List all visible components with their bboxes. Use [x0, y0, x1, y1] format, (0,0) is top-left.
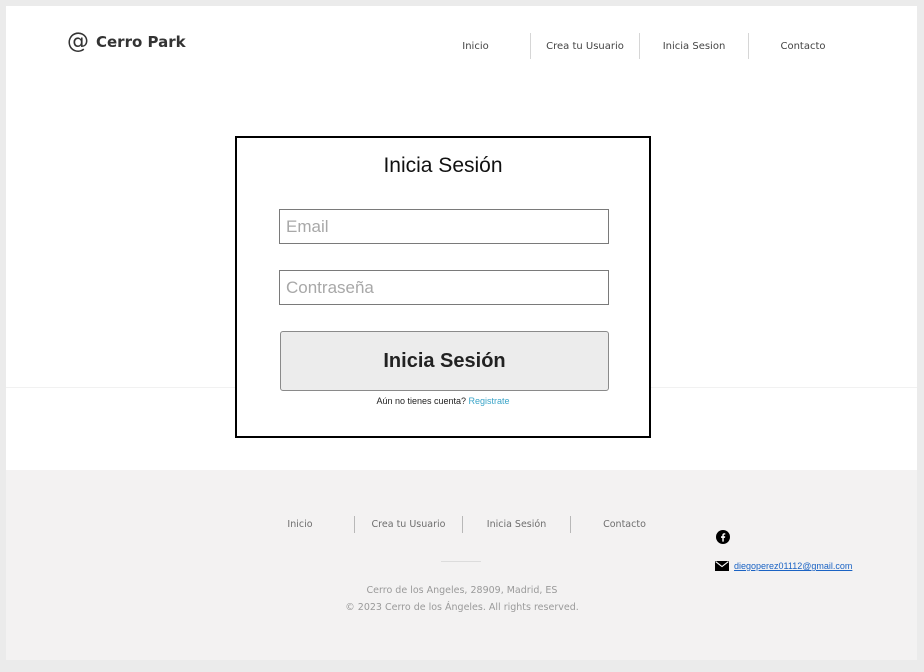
footer-nav: Inicio Crea tu Usuario Inicia Sesión Con…	[246, 516, 678, 533]
footer-nav-inicio[interactable]: Inicio	[246, 516, 354, 533]
footer-nav-crea-tu-usuario[interactable]: Crea tu Usuario	[354, 516, 462, 533]
nav-item-crea-tu-usuario[interactable]: Crea tu Usuario	[530, 33, 639, 59]
password-field[interactable]	[279, 270, 609, 305]
login-card: Inicia Sesión Inicia Sesión Aún no tiene…	[235, 136, 651, 438]
footer: Inicio Crea tu Usuario Inicia Sesión Con…	[6, 470, 917, 660]
contact-email-link[interactable]: diegoperez01112@gmail.com	[734, 561, 852, 571]
nav-item-contacto[interactable]: Contacto	[748, 33, 857, 59]
nav-item-inicia-sesion[interactable]: Inicia Sesion	[639, 33, 748, 59]
register-link[interactable]: Registrate	[469, 396, 510, 406]
site-logo[interactable]: @ Cerro Park	[67, 31, 186, 53]
footer-divider	[441, 561, 481, 562]
header-nav: Inicio Crea tu Usuario Inicia Sesion Con…	[421, 33, 857, 59]
facebook-icon[interactable]	[716, 530, 730, 544]
footer-address: Cerro de los Angeles, 28909, Madrid, ES	[366, 585, 558, 596]
footer-copyright: © 2023 Cerro de los Ángeles. All rights …	[345, 602, 579, 613]
register-prompt: Aún no tienes cuenta? Registrate	[237, 396, 649, 406]
page: @ Cerro Park Inicio Crea tu Usuario Inic…	[6, 6, 917, 660]
footer-nav-inicia-sesion[interactable]: Inicia Sesión	[462, 516, 570, 533]
nav-item-inicio[interactable]: Inicio	[421, 33, 530, 59]
mail-icon	[715, 561, 729, 571]
register-prompt-text: Aún no tienes cuenta?	[376, 396, 467, 406]
footer-nav-contacto[interactable]: Contacto	[570, 516, 678, 533]
site-name: Cerro Park	[96, 33, 186, 51]
email-field[interactable]	[279, 209, 609, 244]
login-title: Inicia Sesión	[383, 154, 503, 177]
login-submit-button[interactable]: Inicia Sesión	[280, 331, 609, 391]
footer-info: Cerro de los Angeles, 28909, Madrid, ES …	[246, 582, 678, 616]
contact-email-row: diegoperez01112@gmail.com	[715, 561, 852, 571]
at-sign-icon: @	[67, 29, 89, 54]
